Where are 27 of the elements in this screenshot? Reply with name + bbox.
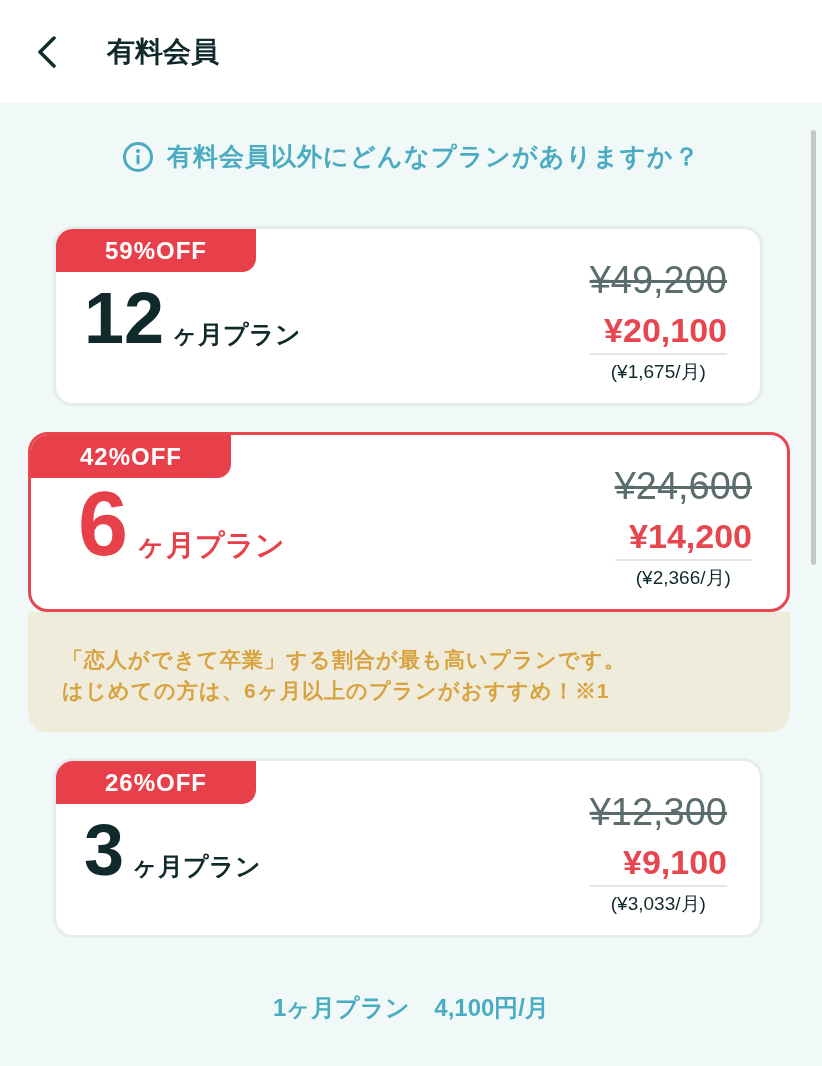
original-price: ¥24,600 (614, 465, 752, 507)
plan-unit: ヶ月プラン (132, 850, 262, 882)
sale-price: ¥20,100 (604, 310, 727, 350)
original-price: ¥12,300 (589, 791, 727, 833)
plan-card[interactable]: 59%OFF 12 ヶ月プラン ¥49,200 ¥20,100 (¥1,675/月) (53, 226, 763, 406)
plan-card[interactable]: 26%OFF 3 ヶ月プラン ¥12,300 ¥9,100 (¥3,033/月) (53, 758, 763, 938)
note-text: はじめての方は、6ヶ月以上のプランがおすすめ！※1 (62, 678, 611, 704)
discount-badge: 59%OFF (56, 229, 256, 272)
scrollbar[interactable] (811, 130, 816, 565)
sale-price: ¥9,100 (623, 842, 727, 882)
plan-unit: ヶ月プラン (136, 527, 286, 563)
plan-months: 12 (84, 281, 165, 354)
plan-months: 6 (78, 478, 129, 569)
monthly-price: (¥1,675/月) (610, 360, 706, 384)
plan-months: 3 (84, 813, 125, 886)
discount-badge: 26%OFF (56, 761, 256, 804)
monthly-price: (¥2,366/月) (635, 566, 731, 590)
plan-card[interactable]: 42%OFF 6 ヶ月プラン ¥24,600 ¥14,200 (¥2,366/月) (28, 432, 790, 612)
info-icon (122, 142, 153, 172)
sale-price: ¥14,200 (629, 516, 752, 556)
page-title: 有料会員 (107, 34, 219, 69)
plan-unit: ヶ月プラン (172, 318, 302, 350)
monthly-price: (¥3,033/月) (610, 892, 706, 916)
original-price: ¥49,200 (589, 259, 727, 301)
discount-badge: 42%OFF (31, 435, 231, 478)
note-text: 「恋人ができて卒業」する割合が最も高いプランです。 (62, 647, 627, 673)
chevron-left-icon (37, 35, 57, 68)
